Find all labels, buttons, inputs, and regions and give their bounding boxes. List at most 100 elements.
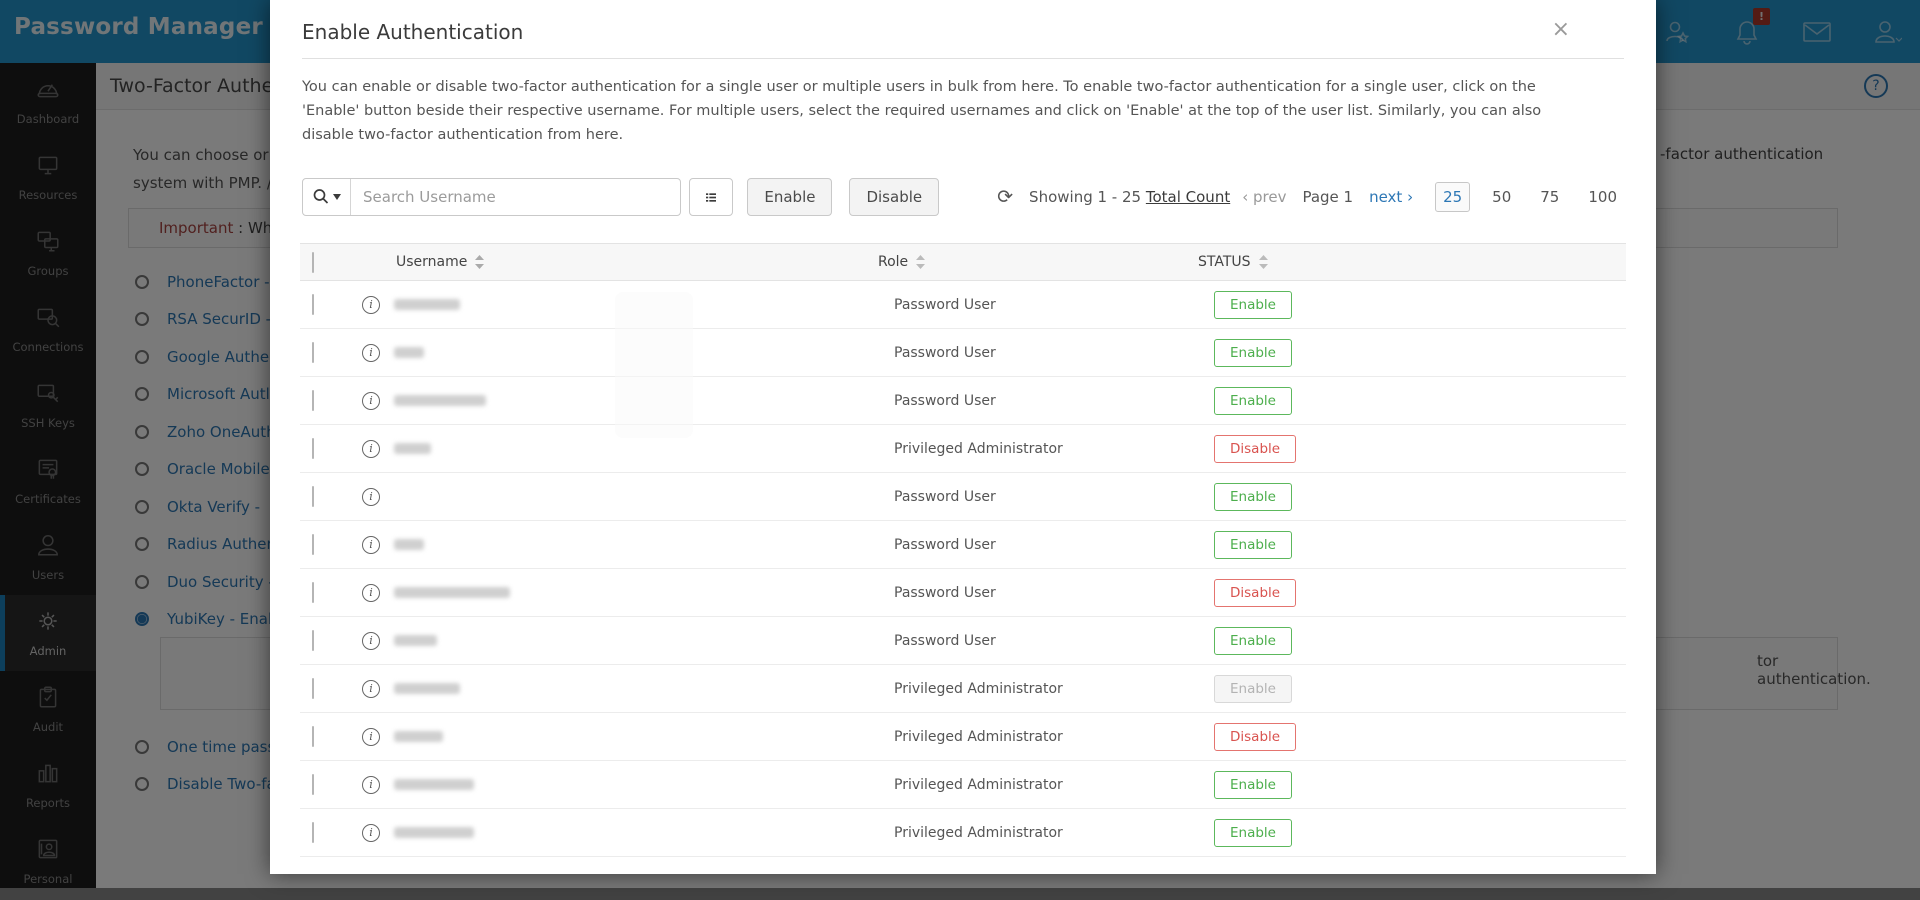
row-checkbox[interactable] — [312, 726, 314, 747]
status-toggle-button[interactable]: Enable — [1214, 674, 1292, 703]
sort-icon[interactable] — [475, 255, 485, 269]
sort-icon[interactable] — [916, 255, 926, 269]
info-icon[interactable]: i — [362, 583, 380, 602]
total-count-link[interactable]: Total Count — [1146, 188, 1230, 206]
select-all-checkbox[interactable] — [312, 251, 314, 273]
username-cell — [394, 587, 894, 598]
table-row: i Password User Enable — [300, 329, 1626, 377]
info-icon[interactable]: i — [362, 535, 380, 554]
status-cell: Enable — [1214, 338, 1514, 367]
status-toggle-button[interactable]: Disable — [1214, 722, 1297, 751]
info-icon[interactable]: i — [362, 295, 380, 314]
info-icon[interactable]: i — [362, 439, 380, 458]
status-toggle-button[interactable]: Enable — [1214, 482, 1292, 511]
status-toggle-button[interactable]: Enable — [1214, 818, 1292, 847]
info-icon[interactable]: i — [362, 727, 380, 746]
status-toggle-button[interactable]: Enable — [1214, 626, 1292, 655]
redacted-username — [394, 539, 424, 550]
row-checkbox[interactable] — [312, 630, 314, 651]
prev-page-link[interactable]: ‹ prev — [1242, 188, 1286, 206]
status-toggle-button[interactable]: Enable — [1214, 770, 1292, 799]
row-checkbox[interactable] — [312, 294, 314, 315]
search-box — [302, 178, 682, 216]
next-page-link[interactable]: next › — [1369, 188, 1413, 206]
page-size-50[interactable]: 50 — [1485, 183, 1518, 211]
row-checkbox[interactable] — [312, 534, 314, 555]
refresh-icon[interactable]: ⟳ — [997, 186, 1013, 208]
role-cell: Privileged Administrator — [894, 728, 1063, 745]
page-size-75[interactable]: 75 — [1533, 183, 1566, 211]
row-checkbox[interactable] — [312, 678, 314, 699]
table-row: i Password User Enable — [300, 377, 1626, 425]
username-cell — [394, 827, 894, 838]
table-row: i Privileged Administrator Enable — [300, 665, 1626, 713]
sort-icon[interactable] — [1258, 255, 1268, 269]
status-cell: Disable — [1214, 578, 1514, 607]
status-cell: Enable — [1214, 674, 1514, 703]
redacted-username — [394, 395, 486, 406]
row-checkbox[interactable] — [312, 774, 314, 795]
username-cell — [394, 443, 894, 454]
username-cell — [394, 731, 894, 742]
role-cell: Password User — [894, 344, 996, 361]
redacted-username — [394, 731, 443, 742]
page-size-25[interactable]: 25 — [1435, 182, 1471, 212]
info-icon[interactable]: i — [362, 775, 380, 794]
search-icon — [313, 189, 329, 204]
status-toggle-button[interactable]: Enable — [1214, 338, 1292, 367]
role-cell: Privileged Administrator — [894, 440, 1063, 457]
info-icon[interactable]: i — [362, 679, 380, 698]
table-row: i Password User Enable — [300, 617, 1626, 665]
search-input[interactable] — [351, 179, 681, 215]
table-row: i Privileged Administrator Disable — [300, 713, 1626, 761]
status-cell: Enable — [1214, 770, 1514, 799]
status-cell: Enable — [1214, 290, 1514, 319]
table-body: i Password User Enable i Password User E… — [300, 281, 1626, 857]
status-toggle-button[interactable]: Disable — [1214, 434, 1297, 463]
column-username[interactable]: Username — [396, 254, 467, 270]
status-cell: Enable — [1214, 818, 1514, 847]
table-row: i Privileged Administrator Disable — [300, 425, 1626, 473]
redacted-username — [394, 827, 474, 838]
status-cell: Enable — [1214, 482, 1514, 511]
row-checkbox[interactable] — [312, 486, 314, 507]
redacted-username — [394, 635, 437, 646]
status-cell: Disable — [1214, 722, 1514, 751]
page-size-100[interactable]: 100 — [1581, 183, 1624, 211]
row-checkbox[interactable] — [312, 390, 314, 411]
column-role[interactable]: Role — [878, 254, 908, 270]
table-row: i Privileged Administrator Enable — [300, 809, 1626, 857]
table-row: i Privileged Administrator Enable — [300, 761, 1626, 809]
table-row: i Password User Disable — [300, 569, 1626, 617]
dialog-title: Enable Authentication — [302, 20, 524, 44]
close-icon[interactable]: × — [1552, 19, 1570, 41]
status-toggle-button[interactable]: Disable — [1214, 578, 1297, 607]
info-icon[interactable]: i — [362, 631, 380, 650]
status-toggle-button[interactable]: Enable — [1214, 290, 1292, 319]
showing-range: Showing 1 - 25 — [1029, 188, 1142, 206]
column-status[interactable]: STATUS — [1198, 254, 1251, 270]
list-view-button[interactable] — [689, 178, 734, 216]
status-cell: Enable — [1214, 626, 1514, 655]
status-toggle-button[interactable]: Enable — [1214, 530, 1292, 559]
row-checkbox[interactable] — [312, 822, 314, 843]
page-size-selector: 25 50 75 100 — [1435, 182, 1624, 212]
info-icon[interactable]: i — [362, 343, 380, 362]
info-icon[interactable]: i — [362, 823, 380, 842]
info-icon[interactable]: i — [362, 391, 380, 410]
search-scope-selector[interactable] — [303, 179, 351, 215]
bulk-disable-button[interactable]: Disable — [849, 178, 940, 216]
table-row: i Password User Enable — [300, 473, 1626, 521]
status-cell: Disable — [1214, 434, 1514, 463]
redacted-username — [394, 683, 460, 694]
row-checkbox[interactable] — [312, 438, 314, 459]
status-toggle-button[interactable]: Enable — [1214, 386, 1292, 415]
bulk-enable-button[interactable]: Enable — [747, 178, 833, 216]
row-checkbox[interactable] — [312, 342, 314, 363]
redacted-username — [394, 347, 424, 358]
redacted-username — [394, 299, 460, 310]
username-cell — [394, 683, 894, 694]
username-cell — [394, 539, 894, 550]
row-checkbox[interactable] — [312, 582, 314, 603]
info-icon[interactable]: i — [362, 487, 380, 506]
